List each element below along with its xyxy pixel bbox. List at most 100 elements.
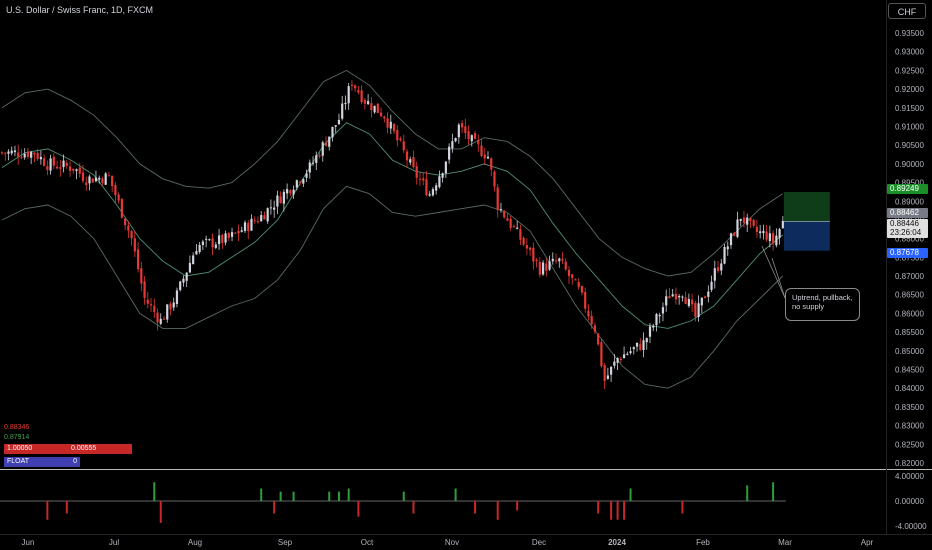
candle-body <box>273 207 276 210</box>
candle-body <box>136 249 140 270</box>
candle-body <box>318 155 321 157</box>
candle-body <box>156 312 159 323</box>
candle-body <box>389 121 392 129</box>
candle-body <box>227 233 230 238</box>
candle-body <box>98 177 101 180</box>
candle-body <box>752 220 755 226</box>
candle-body <box>383 116 386 119</box>
candle-body <box>723 247 726 264</box>
sub-histogram-bar <box>357 501 360 517</box>
candle-body <box>26 151 30 157</box>
y-tick-label: 0.87000 <box>895 272 924 281</box>
candle-body <box>503 210 506 218</box>
candle-body <box>564 261 567 270</box>
stats-panel: 0.88346 0.87914 1.00050 0.00555 FLOAT 0 <box>4 424 132 467</box>
candle-body <box>263 215 266 220</box>
sub-histogram-bar <box>516 501 519 511</box>
candle-body <box>88 176 91 184</box>
stat-box-2-right: 0 <box>40 457 80 467</box>
price-chart[interactable]: 0.93500 0.93000 0.92500 0.92000 0.91500 0.910… <box>0 0 932 550</box>
candle-body <box>143 281 146 298</box>
sub-y-tick-label: -4.00000 <box>895 522 927 531</box>
candle-body <box>65 162 68 166</box>
candle-body <box>616 358 619 363</box>
candle-body <box>726 246 729 250</box>
candle-body <box>545 263 548 271</box>
candle-body <box>354 85 357 89</box>
candle-body <box>499 209 503 211</box>
candle-body <box>46 166 49 170</box>
candle-body <box>198 244 201 253</box>
candle-body <box>425 179 428 196</box>
candle-body <box>522 237 525 245</box>
candle-body <box>755 226 759 232</box>
candle-body <box>606 375 609 379</box>
candle-body <box>179 281 182 291</box>
candle-body <box>302 179 305 184</box>
y-tick-label: 0.86000 <box>895 309 924 318</box>
candle-body <box>130 230 133 239</box>
sub-histogram-bar <box>273 501 276 514</box>
candle-body <box>253 220 256 222</box>
stat-box-2: FLOAT 0 <box>4 457 132 467</box>
candle-body <box>91 178 94 183</box>
candle-body <box>114 184 117 196</box>
candle-body <box>532 247 535 262</box>
candle-body <box>166 304 169 320</box>
annotation-callout[interactable]: Uptrend, pullback, no supply <box>785 288 860 321</box>
candle-body <box>428 194 431 196</box>
candle-body <box>762 230 765 234</box>
candle-body <box>315 155 318 163</box>
stat-box-1-left: 1.00050 <box>4 444 68 454</box>
candle-body <box>681 296 684 298</box>
candle-body <box>379 112 383 117</box>
stop-zone <box>783 221 830 251</box>
x-tick-label: 2024 <box>608 538 626 547</box>
candle-body <box>328 136 331 147</box>
candle-body <box>182 278 185 283</box>
annotation-pointer <box>771 257 786 299</box>
candle-body <box>635 342 639 347</box>
candle-body <box>519 229 522 240</box>
candle-body <box>658 314 661 317</box>
currency-button[interactable]: CHF <box>888 3 926 19</box>
candle-body <box>694 302 697 317</box>
candle-body <box>561 258 564 261</box>
sub-histogram-bar <box>412 501 415 514</box>
candle-body <box>580 286 584 293</box>
sub-histogram-bar <box>153 482 156 501</box>
candle-body <box>107 175 111 177</box>
candle-body <box>337 119 341 125</box>
candle-body <box>81 172 85 181</box>
stop-price-tag: 0.87678 <box>887 248 928 258</box>
sub-histogram-bar <box>496 501 499 520</box>
candle-body <box>282 191 285 204</box>
candle-body <box>473 132 477 139</box>
x-tick-label: Oct <box>361 538 374 547</box>
candle-body <box>554 260 558 262</box>
candle-body <box>603 365 606 382</box>
candle-body <box>75 169 78 171</box>
candle-body <box>665 296 668 306</box>
candle-body <box>43 158 46 166</box>
candle-body <box>195 251 198 255</box>
y-tick-label: 0.86500 <box>895 291 924 300</box>
candle-body <box>422 178 425 181</box>
candle-body <box>558 258 561 262</box>
candle-body <box>768 233 771 242</box>
candle-body <box>321 142 324 156</box>
candle-body <box>234 232 237 234</box>
sub-histogram-bar <box>279 491 282 501</box>
candle-body <box>700 297 703 306</box>
candle-body <box>626 353 629 355</box>
candle-body <box>162 318 166 320</box>
candle-body <box>292 189 295 195</box>
candle-body <box>610 366 613 375</box>
candle-body <box>305 173 308 178</box>
candle-body <box>247 223 250 232</box>
candle-body <box>746 217 749 225</box>
candle-body <box>269 207 273 209</box>
y-tick-label: 0.82500 <box>895 440 924 449</box>
candle-body <box>678 296 681 298</box>
candle-body <box>59 167 62 169</box>
